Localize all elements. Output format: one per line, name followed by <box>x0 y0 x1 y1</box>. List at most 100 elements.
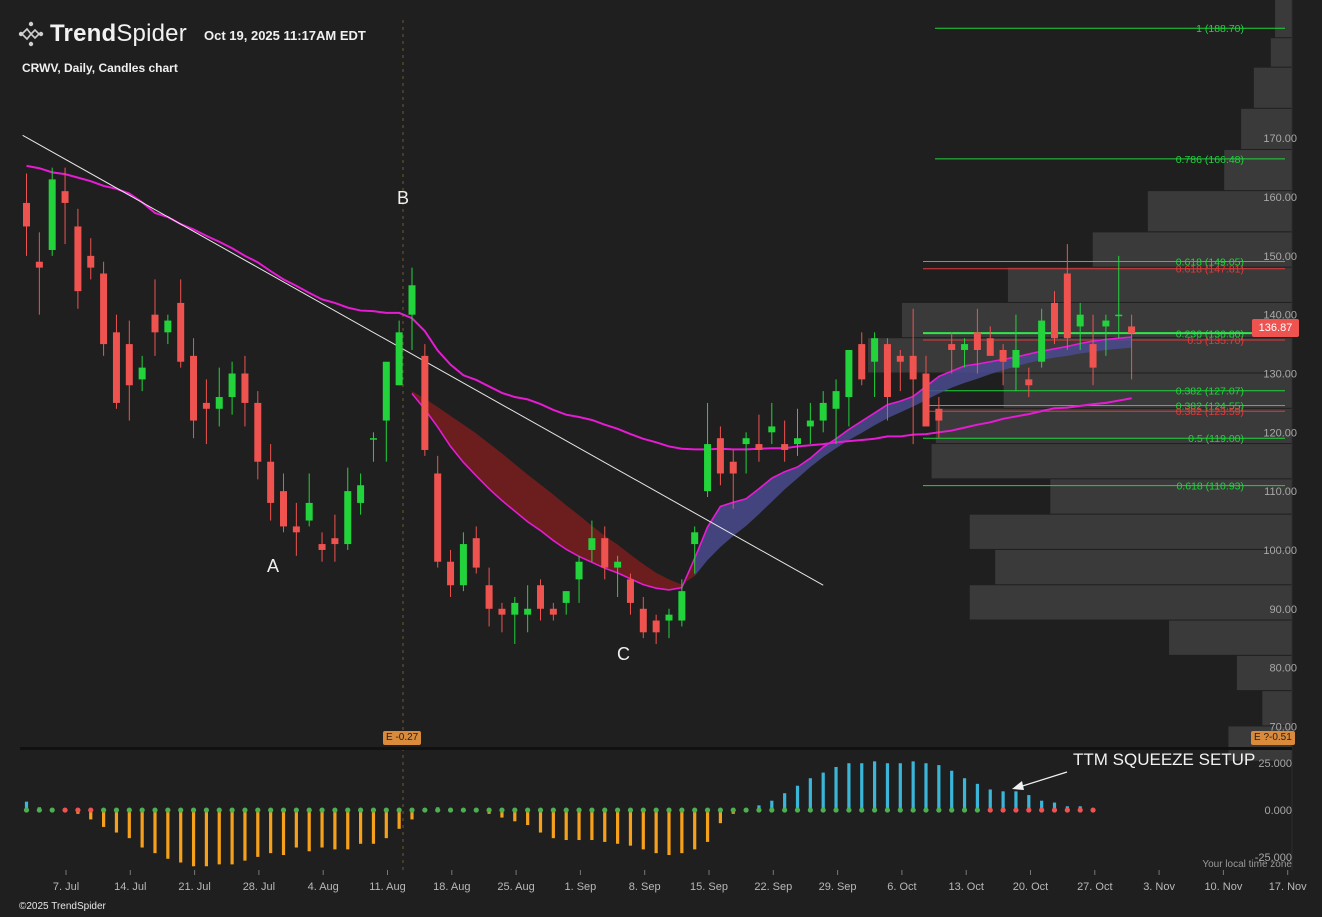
squeeze-histogram-bar <box>127 810 131 839</box>
earnings-badge-1[interactable]: E -0.27 <box>383 731 422 745</box>
squeeze-histogram-bar <box>204 810 208 867</box>
squeeze-dot <box>499 807 505 813</box>
squeeze-dot <box>807 807 813 813</box>
squeeze-histogram-bar <box>346 810 350 850</box>
squeeze-dot <box>704 807 711 813</box>
candle-body <box>318 544 326 550</box>
squeeze-dot <box>910 807 916 813</box>
volume-profile <box>868 0 1292 761</box>
candle-body <box>138 367 146 380</box>
squeeze-dot <box>537 807 544 813</box>
candle-body <box>961 344 969 350</box>
squeeze-histogram-bar <box>603 810 607 842</box>
squeeze-histogram-bar <box>384 810 388 839</box>
squeeze-histogram-bar <box>667 810 671 856</box>
squeeze-dot <box>203 807 209 813</box>
candle-body <box>1128 326 1136 334</box>
squeeze-dot <box>178 807 184 813</box>
squeeze-histogram-bar <box>988 789 992 811</box>
volume-profile-bar <box>931 444 1292 479</box>
volume-profile-bar <box>1262 691 1292 726</box>
squeeze-histogram-bar <box>847 763 851 811</box>
candle-body <box>61 191 69 203</box>
squeeze-histogram-bar <box>705 810 710 842</box>
squeeze-histogram-bar <box>230 810 234 865</box>
copyright-text: ©2025 TrendSpider <box>19 901 106 912</box>
price-tick-label: 170.00 <box>1263 133 1297 145</box>
candle-body <box>1025 379 1033 386</box>
candle-body <box>177 302 185 362</box>
candle-body <box>305 502 313 521</box>
candle-body <box>1115 314 1123 317</box>
squeeze-dot <box>820 807 826 813</box>
candle-body <box>472 538 480 568</box>
candle-body <box>1076 314 1084 327</box>
price-tick-label: 120.00 <box>1263 427 1297 439</box>
candle-body <box>357 485 365 503</box>
time-tick-label: 25. Aug <box>497 881 534 893</box>
annotation-arrow-layer <box>1012 771 1068 790</box>
squeeze-dot <box>1000 807 1006 813</box>
volume-profile-bar <box>1007 267 1292 302</box>
squeeze-dot <box>139 807 145 813</box>
squeeze-dot <box>653 807 659 813</box>
squeeze-histogram-bar <box>1001 791 1005 811</box>
candle-body <box>74 226 82 292</box>
squeeze-dot <box>1090 807 1096 813</box>
candle-body <box>871 338 879 362</box>
squeeze-dot <box>486 807 492 813</box>
squeeze-dot <box>358 807 364 813</box>
candle-body <box>729 461 737 474</box>
local-time-zone-label: Your local time zone <box>1202 859 1292 870</box>
time-tick-label: 14. Jul <box>114 881 146 893</box>
time-tick-label: 8. Sep <box>629 881 661 893</box>
squeeze-histogram-bar <box>975 783 979 811</box>
candle-body <box>691 532 699 545</box>
candle-body <box>344 491 352 545</box>
candle-body <box>896 355 904 362</box>
candle-body <box>832 391 840 409</box>
squeeze-dot <box>23 807 30 813</box>
candle-body <box>524 608 532 615</box>
candle-body <box>755 444 763 450</box>
squeeze-dot <box>422 807 428 813</box>
squeeze-histogram-bar <box>191 810 196 867</box>
squeeze-dot <box>332 807 338 813</box>
candle-body <box>408 285 416 315</box>
volume-profile-bar <box>1270 38 1292 67</box>
candle-body <box>999 349 1007 362</box>
chart-canvas: 70.0080.0090.00100.00110.00120.00130.001… <box>20 0 1307 893</box>
candle-body <box>395 332 403 386</box>
squeeze-histogram-bar <box>114 810 119 833</box>
squeeze-dot <box>794 807 801 813</box>
time-tick-label: 7. Jul <box>53 881 79 893</box>
squeeze-dot <box>345 807 351 813</box>
squeeze-dot <box>563 807 569 813</box>
squeeze-histogram-bar <box>937 765 941 811</box>
squeeze-dot <box>961 807 968 813</box>
candle-body <box>883 344 891 398</box>
squeeze-dot <box>833 807 839 813</box>
squeeze-dot <box>101 807 107 813</box>
squeeze-histogram-bar <box>281 810 286 856</box>
squeeze-dot <box>216 807 222 813</box>
candle-body <box>614 561 622 568</box>
candle-body <box>858 344 866 380</box>
time-tick-label: 1. Sep <box>564 881 596 893</box>
squeeze-dot <box>769 807 775 813</box>
squeeze-histogram-bar <box>140 810 144 848</box>
squeeze-dot <box>319 807 325 813</box>
brand-name: TrendSpider <box>50 20 187 47</box>
squeeze-histogram-bar <box>1014 791 1018 811</box>
candle-body <box>678 591 686 621</box>
price-tick-label: 100.00 <box>1263 545 1297 557</box>
squeeze-dot <box>679 807 685 813</box>
squeeze-histogram-bar <box>641 810 645 850</box>
squeeze-dot <box>859 807 865 813</box>
candle-body <box>267 461 275 503</box>
candle-body <box>716 438 724 474</box>
candle-body <box>665 614 673 621</box>
squeeze-dot <box>1051 807 1058 813</box>
earnings-badge-2[interactable]: E ?-0.51 <box>1251 731 1295 745</box>
squeeze-dot <box>1077 807 1083 813</box>
